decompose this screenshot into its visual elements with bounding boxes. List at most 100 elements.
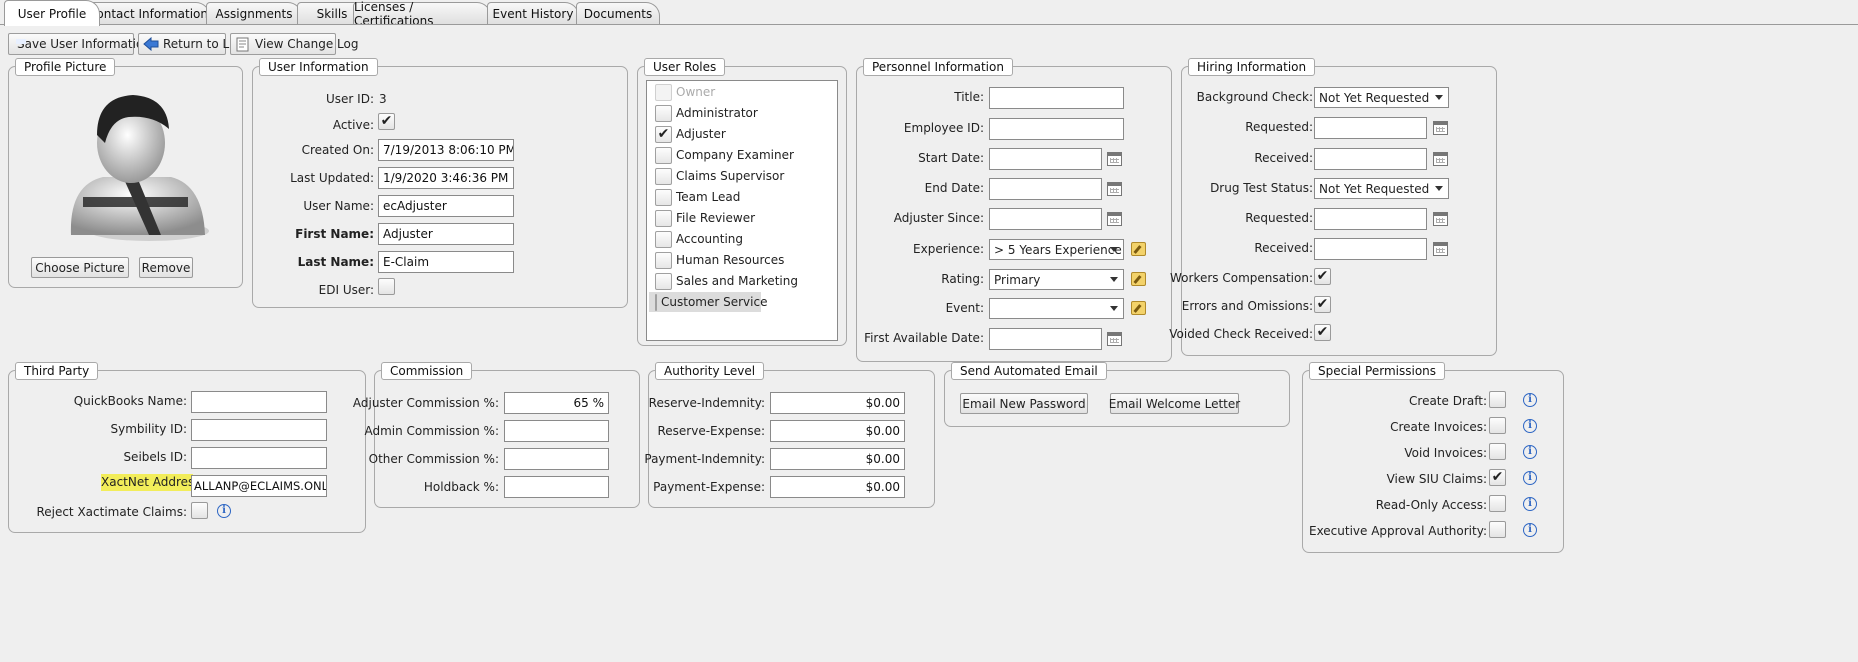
- bg-requested-field[interactable]: [1314, 117, 1427, 139]
- end-date-field[interactable]: [989, 178, 1102, 200]
- bg-received-field[interactable]: [1314, 148, 1427, 170]
- calendar-icon[interactable]: [1433, 121, 1448, 135]
- last-updated-field[interactable]: 1/9/2020 3:46:36 PM: [378, 167, 514, 189]
- other-commission-field[interactable]: [504, 448, 609, 470]
- drug-test-status-select[interactable]: Not Yet Requested: [1314, 178, 1449, 199]
- personnel-information-group: Personnel Information Title: Employee ID…: [856, 58, 1172, 362]
- user-name-field[interactable]: ecAdjuster: [378, 195, 514, 217]
- adjuster-since-field[interactable]: [989, 208, 1102, 230]
- calendar-icon[interactable]: [1107, 182, 1122, 196]
- role-customer-service[interactable]: Customer Service: [649, 292, 767, 312]
- payment-expense-field[interactable]: $0.00: [770, 476, 905, 498]
- drug-received-field[interactable]: [1314, 238, 1427, 260]
- void-invoices-checkbox[interactable]: [1489, 443, 1506, 460]
- role-label: Human Resources: [676, 253, 785, 267]
- start-date-field[interactable]: [989, 148, 1102, 170]
- rating-select[interactable]: Primary: [989, 269, 1124, 290]
- tab-assignments[interactable]: Assignments: [206, 2, 302, 25]
- calendar-icon[interactable]: [1107, 332, 1122, 346]
- calendar-icon[interactable]: [1107, 212, 1122, 226]
- role-adjuster[interactable]: ✔ Adjuster: [655, 124, 726, 144]
- read-only-access-checkbox[interactable]: [1489, 495, 1506, 512]
- info-icon[interactable]: i: [1523, 445, 1537, 459]
- role-claims-supervisor-checkbox[interactable]: [655, 167, 672, 185]
- experience-select[interactable]: > 5 Years Experience: [989, 239, 1124, 260]
- info-icon[interactable]: i: [1523, 497, 1537, 511]
- edit-rating-icon[interactable]: [1131, 272, 1146, 286]
- drug-requested-field[interactable]: [1314, 208, 1427, 230]
- info-icon[interactable]: i: [1523, 393, 1537, 407]
- adjuster-commission-field[interactable]: 65 %: [504, 392, 609, 414]
- active-checkbox[interactable]: ✔: [378, 113, 395, 130]
- edit-experience-icon[interactable]: [1131, 242, 1146, 256]
- tab-contact-information[interactable]: Contact Information: [86, 2, 210, 25]
- view-change-log-button[interactable]: View Change Log: [230, 33, 358, 55]
- quickbooks-name-field[interactable]: [191, 391, 327, 413]
- email-new-password-button[interactable]: Email New Password: [960, 393, 1088, 414]
- calendar-icon[interactable]: [1433, 152, 1448, 166]
- calendar-icon[interactable]: [1433, 212, 1448, 226]
- tab-licenses-certifications[interactable]: Licenses / Certifications: [353, 0, 491, 28]
- reserve-indemnity-field[interactable]: $0.00: [770, 392, 905, 414]
- role-accounting-checkbox[interactable]: [655, 230, 672, 248]
- role-team-lead-checkbox[interactable]: [655, 188, 672, 206]
- edi-user-checkbox[interactable]: [378, 278, 395, 295]
- role-company-examiner[interactable]: Company Examiner: [655, 145, 794, 165]
- bg-requested-label: Requested:: [1245, 120, 1313, 134]
- errors-omissions-checkbox[interactable]: ✔: [1314, 296, 1331, 313]
- info-icon[interactable]: i: [217, 504, 231, 518]
- voided-check-checkbox[interactable]: ✔: [1314, 324, 1331, 341]
- remove-picture-button[interactable]: Remove: [139, 257, 193, 278]
- choose-picture-button[interactable]: Choose Picture: [31, 257, 129, 278]
- info-icon[interactable]: i: [1523, 471, 1537, 485]
- create-draft-checkbox[interactable]: [1489, 391, 1506, 408]
- calendar-icon[interactable]: [1433, 242, 1448, 256]
- role-sales-and-marketing[interactable]: Sales and Marketing: [655, 271, 798, 291]
- event-select[interactable]: [989, 298, 1124, 319]
- workers-compensation-checkbox[interactable]: ✔: [1314, 268, 1331, 285]
- user-roles-list[interactable]: Owner Administrator ✔ Adjuster Company Ex…: [646, 80, 838, 341]
- role-company-examiner-checkbox[interactable]: [655, 146, 672, 164]
- employee-id-field[interactable]: [989, 118, 1124, 140]
- view-siu-claims-checkbox[interactable]: ✔: [1489, 469, 1506, 486]
- role-team-lead[interactable]: Team Lead: [655, 187, 740, 207]
- tab-event-history[interactable]: Event History: [487, 2, 579, 25]
- holdback-field[interactable]: [504, 476, 609, 498]
- tab-user-profile[interactable]: User Profile: [4, 0, 100, 26]
- edi-user-label: EDI User:: [318, 283, 374, 297]
- symbility-id-field[interactable]: [191, 419, 327, 441]
- role-file-reviewer[interactable]: File Reviewer: [655, 208, 755, 228]
- info-icon[interactable]: i: [1523, 419, 1537, 433]
- reserve-expense-field[interactable]: $0.00: [770, 420, 905, 442]
- title-field[interactable]: [989, 87, 1124, 109]
- role-customer-service-checkbox[interactable]: [655, 293, 657, 311]
- return-to-list-button[interactable]: Return to List: [138, 33, 243, 55]
- save-user-button[interactable]: Save User Information: [8, 33, 151, 55]
- first-name-field[interactable]: Adjuster: [378, 223, 514, 245]
- xactnet-address-field[interactable]: ALLANP@ECLAIMS.ONLINE.T: [191, 475, 327, 497]
- payment-indemnity-field[interactable]: $0.00: [770, 448, 905, 470]
- role-claims-supervisor[interactable]: Claims Supervisor: [655, 166, 784, 186]
- tab-documents[interactable]: Documents: [576, 2, 660, 25]
- create-invoices-checkbox[interactable]: [1489, 417, 1506, 434]
- role-sales-and-marketing-checkbox[interactable]: [655, 272, 672, 290]
- role-human-resources-checkbox[interactable]: [655, 251, 672, 269]
- calendar-icon[interactable]: [1107, 152, 1122, 166]
- role-accounting[interactable]: Accounting: [655, 229, 743, 249]
- seibels-id-field[interactable]: [191, 447, 327, 469]
- email-welcome-letter-button[interactable]: Email Welcome Letter: [1109, 393, 1240, 414]
- role-adjuster-checkbox[interactable]: ✔: [655, 125, 672, 143]
- admin-commission-field[interactable]: [504, 420, 609, 442]
- executive-approval-checkbox[interactable]: [1489, 521, 1506, 538]
- reject-xactimate-checkbox[interactable]: [191, 502, 208, 519]
- created-on-field[interactable]: 7/19/2013 8:06:10 PM: [378, 139, 514, 161]
- first-available-date-field[interactable]: [989, 328, 1102, 350]
- role-file-reviewer-checkbox[interactable]: [655, 209, 672, 227]
- edit-event-icon[interactable]: [1131, 301, 1146, 315]
- role-human-resources[interactable]: Human Resources: [655, 250, 784, 270]
- role-administrator-checkbox[interactable]: [655, 104, 672, 122]
- role-administrator[interactable]: Administrator: [655, 103, 758, 123]
- last-name-field[interactable]: E-Claim: [378, 251, 514, 273]
- background-check-select[interactable]: Not Yet Requested: [1314, 87, 1449, 108]
- info-icon[interactable]: i: [1523, 523, 1537, 537]
